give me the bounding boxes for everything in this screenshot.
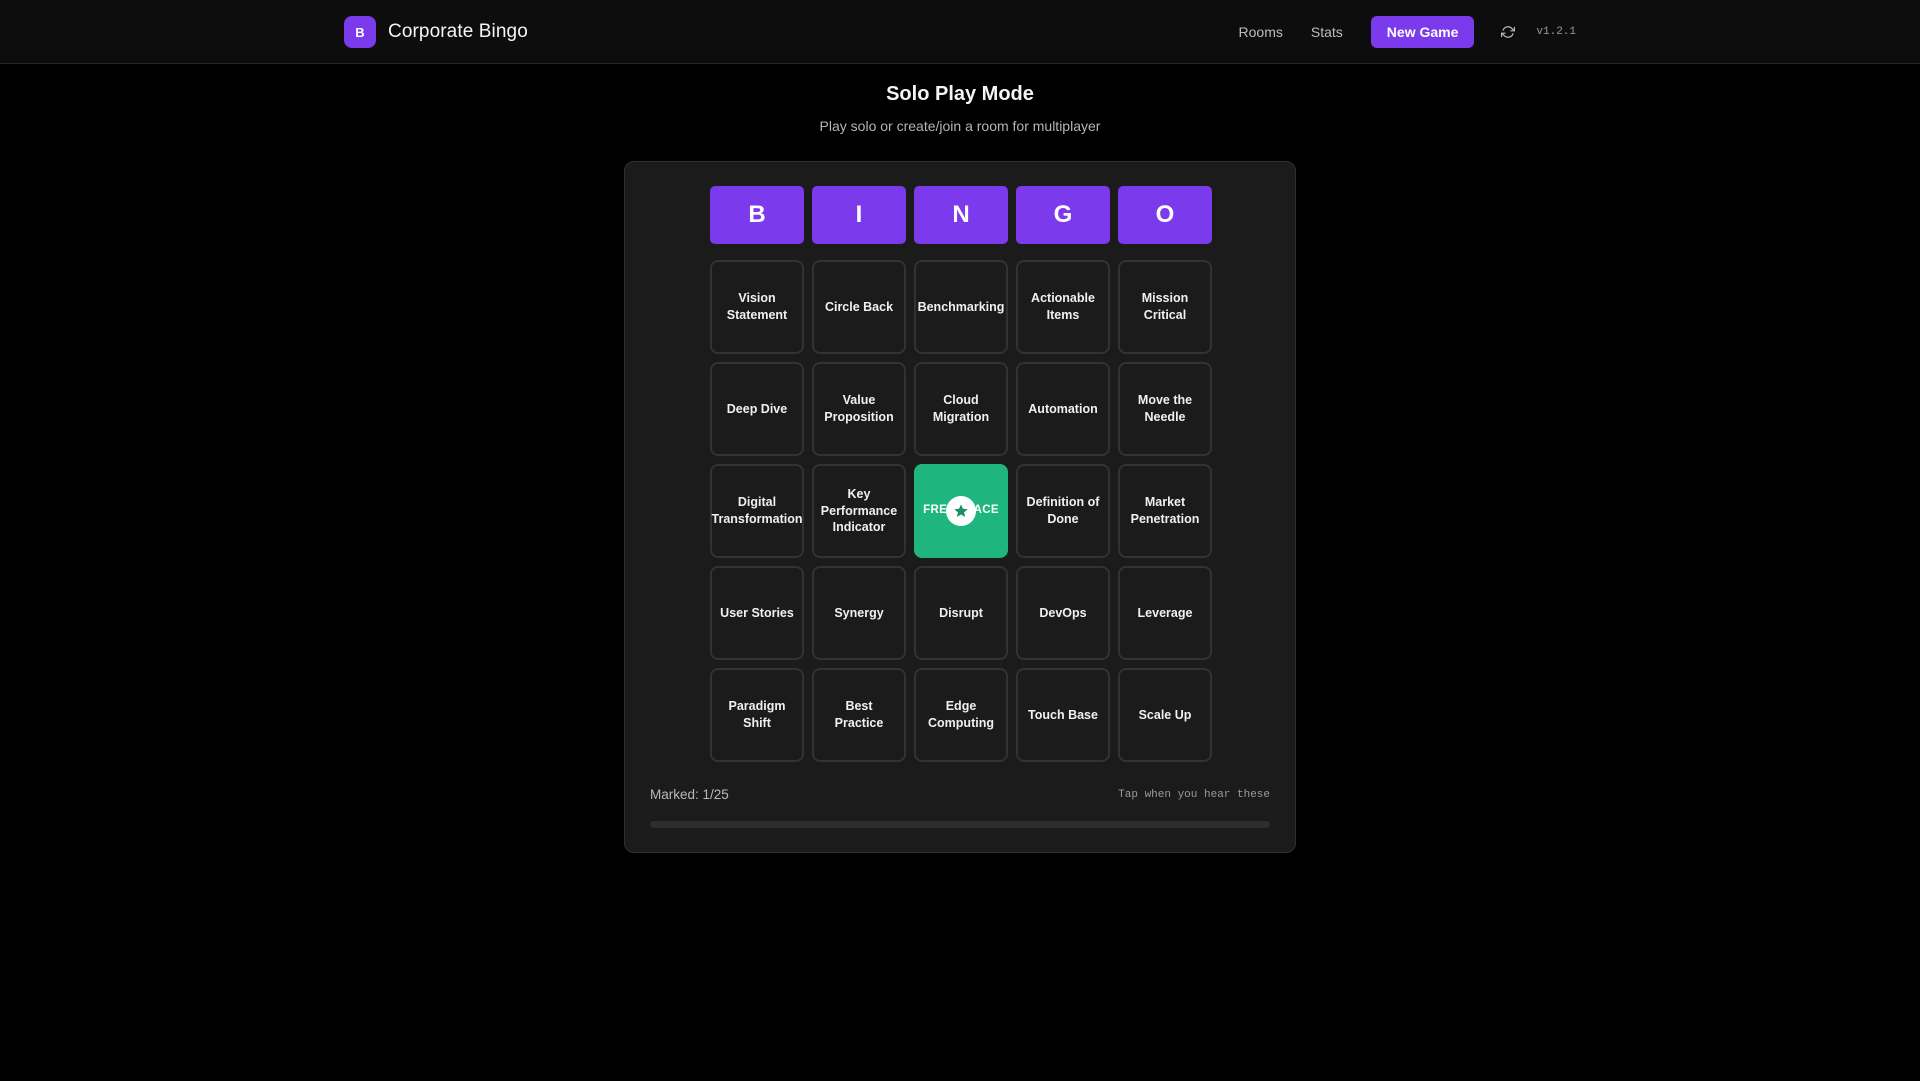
brand[interactable]: B Corporate Bingo [344,16,528,48]
bingo-cell-label: Value Proposition [824,393,894,424]
bingo-cell-label: Digital Transformation [711,495,803,526]
bingo-cell[interactable]: Definition of Done [1016,464,1110,558]
bingo-cell-label: Best Practice [834,699,884,730]
bingo-cell[interactable]: DevOps [1016,566,1110,660]
bingo-cell-label: Disrupt [939,605,983,620]
page-title: Solo Play Mode [886,83,1034,105]
hint-text: Tap when you hear these [1118,789,1270,801]
bingo-cell-label: User Stories [720,605,794,620]
page-subtitle: Play solo or create/join a room for mult… [819,118,1101,134]
bingo-cell[interactable]: Mission Critical [1118,260,1212,354]
bingo-cell-label: Paradigm Shift [728,699,786,730]
nav-menu: Rooms Stats New Game v1.2.1 [1225,16,1576,48]
bingo-cell[interactable]: Move the Needle [1118,362,1212,456]
bingo-cell[interactable]: Disrupt [914,566,1008,660]
app-title: Corporate Bingo [388,21,528,42]
bingo-cell-label: DevOps [1039,605,1087,620]
top-navbar: B Corporate Bingo Rooms Stats New Game v… [0,0,1920,64]
bingo-cell[interactable]: Market Penetration [1118,464,1212,558]
bingo-cell[interactable]: Vision Statement [710,260,804,354]
bingo-cell[interactable]: Actionable Items [1016,260,1110,354]
bingo-cell-label: Actionable Items [1031,291,1095,322]
bingo-cell[interactable]: Deep Dive [710,362,804,456]
bingo-cell[interactable]: Digital Transformation [710,464,804,558]
rooms-link[interactable]: Rooms [1225,24,1297,40]
bingo-letter-o: O [1118,186,1212,244]
bingo-cell-label: Benchmarking [917,299,1005,314]
bingo-cell[interactable]: Circle Back [812,260,906,354]
bingo-cell-label: Deep Dive [726,401,788,416]
version-label: v1.2.1 [1536,26,1576,38]
marked-count: Marked: 1/25 [650,787,729,802]
bingo-cell[interactable]: Touch Base [1016,668,1110,762]
bingo-cell-label: Leverage [1137,605,1193,620]
bingo-grid: Vision Statement Circle Back Benchmarking A… [710,260,1212,762]
new-game-button[interactable]: New Game [1370,16,1475,48]
bingo-cell[interactable]: Leverage [1118,566,1212,660]
bingo-cell-label: Mission Critical [1141,291,1189,322]
bingo-letter-i: I [812,186,906,244]
bingo-cell-label: Vision Statement [726,291,788,322]
bingo-cell-label: Market Penetration [1130,495,1200,526]
bingo-cell-label: Circle Back [824,299,894,314]
star-icon [946,496,976,526]
bingo-cell-label: Edge Computing [928,699,994,730]
bingo-cell[interactable]: Automation [1016,362,1110,456]
bingo-cell[interactable]: Paradigm Shift [710,668,804,762]
bingo-cell[interactable]: User Stories [710,566,804,660]
bingo-cell-label: Definition of Done [1026,495,1100,526]
bingo-cell[interactable]: Value Proposition [812,362,906,456]
bingo-cell[interactable]: Best Practice [812,668,906,762]
bingo-cell-label: Key Performance Indicator [820,486,898,535]
progress-bar [650,821,1270,828]
bingo-letter-b: B [710,186,804,244]
bingo-header-row: BINGO [710,186,1212,244]
bingo-cell-label: Cloud Migration [932,393,990,424]
free-space-cell[interactable]: FREE SPACE [914,464,1008,558]
bingo-cell[interactable]: Cloud Migration [914,362,1008,456]
bingo-letter-n: N [914,186,1008,244]
bingo-cell[interactable]: Edge Computing [914,668,1008,762]
stats-link[interactable]: Stats [1297,24,1357,40]
refresh-button[interactable] [1492,16,1524,48]
bingo-cell[interactable]: Synergy [812,566,906,660]
bingo-letter-g: G [1016,186,1110,244]
bingo-cell-label: Scale Up [1138,707,1192,722]
bingo-cell-label: Move the Needle [1137,393,1193,424]
bingo-cell-label: Touch Base [1028,707,1098,722]
bingo-cell[interactable]: Scale Up [1118,668,1212,762]
bingo-cell-label: Synergy [834,605,884,620]
refresh-icon [1501,26,1516,38]
bingo-cell-label: Automation [1028,401,1098,416]
bingo-card: BINGO Vision Statement Circle Back Benchma… [624,161,1296,853]
bingo-cell[interactable]: Key Performance Indicator [812,464,906,558]
app-logo: B [344,16,376,48]
bingo-cell[interactable]: Benchmarking [914,260,1008,354]
